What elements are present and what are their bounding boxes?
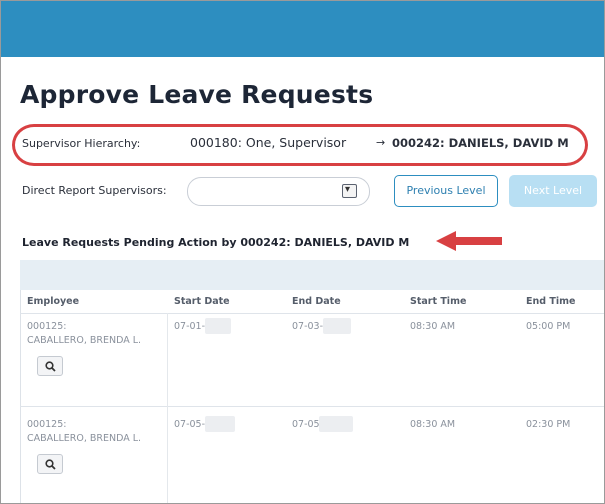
column-header-end-time[interactable]: End Time bbox=[526, 296, 575, 307]
column-divider bbox=[167, 313, 168, 504]
end-time: 02:30 PM bbox=[526, 419, 571, 430]
employee-name: CABALLERO, BRENDA L. bbox=[27, 433, 142, 444]
direct-report-supervisors-label: Direct Report Supervisors: bbox=[22, 184, 167, 197]
supervisor-hierarchy-label: Supervisor Hierarchy: bbox=[22, 137, 141, 150]
view-details-button[interactable] bbox=[37, 454, 63, 474]
column-header-employee[interactable]: Employee bbox=[27, 296, 79, 307]
column-header-end-date[interactable]: End Date bbox=[292, 296, 341, 307]
column-header-start-date[interactable]: Start Date bbox=[174, 296, 230, 307]
employee-id: 000125: bbox=[27, 419, 67, 430]
redacted-year bbox=[205, 318, 231, 334]
employee-id: 000125: bbox=[27, 321, 67, 332]
app-header-bar bbox=[1, 1, 604, 57]
redacted-year bbox=[319, 416, 353, 432]
hierarchy-link-primary[interactable]: 000180: One, Supervisor bbox=[190, 135, 346, 150]
pending-requests-heading: Leave Requests Pending Action by 000242:… bbox=[22, 236, 410, 249]
page-title: Approve Leave Requests bbox=[20, 80, 374, 109]
direct-report-supervisors-select[interactable]: ▾ bbox=[187, 177, 370, 206]
redacted-year bbox=[323, 318, 351, 334]
end-date: 07-03- bbox=[292, 321, 324, 332]
row-divider bbox=[20, 313, 605, 314]
search-icon bbox=[45, 361, 56, 372]
hierarchy-link-current[interactable]: 000242: DANIELS, DAVID M bbox=[392, 136, 569, 150]
start-date: 07-01- bbox=[174, 321, 206, 332]
end-time: 05:00 PM bbox=[526, 321, 571, 332]
row-divider bbox=[20, 406, 605, 407]
previous-level-button[interactable]: Previous Level bbox=[394, 175, 498, 207]
start-time: 08:30 AM bbox=[410, 419, 456, 430]
arrow-right-icon bbox=[436, 231, 502, 251]
start-date: 07-05- bbox=[174, 419, 206, 430]
start-time: 08:30 AM bbox=[410, 321, 456, 332]
search-icon bbox=[45, 459, 56, 470]
end-date: 07-05 bbox=[292, 419, 320, 430]
column-header-start-time[interactable]: Start Time bbox=[410, 296, 466, 307]
next-level-button[interactable]: Next Level bbox=[509, 175, 597, 207]
redacted-year bbox=[205, 416, 235, 432]
table-toolbar-band bbox=[20, 260, 605, 290]
hierarchy-arrow: → bbox=[376, 136, 386, 149]
chevron-down-icon[interactable]: ▾ bbox=[342, 184, 357, 198]
employee-name: CABALLERO, BRENDA L. bbox=[27, 335, 142, 346]
view-details-button[interactable] bbox=[37, 356, 63, 376]
